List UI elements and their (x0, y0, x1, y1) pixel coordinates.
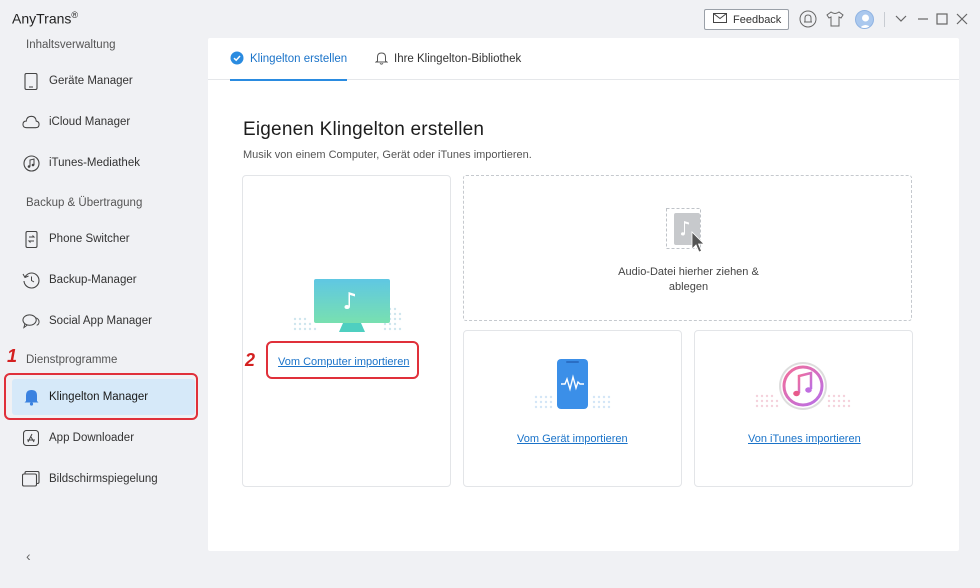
minimize-icon[interactable] (913, 9, 933, 29)
mirror-icon (22, 470, 40, 488)
annotation-step-2: 2 (245, 350, 256, 370)
phone-switch-icon (22, 230, 40, 248)
section-label-content: Inhaltsverwaltung (26, 39, 116, 51)
collapse-sidebar-icon[interactable]: ‹ (26, 548, 31, 564)
sidebar-item-screen-mirroring[interactable]: Bildschirmspiegelung (12, 461, 195, 497)
sidebar-item-itunes-library[interactable]: iTunes-Mediathek (12, 145, 195, 181)
import-from-device-link[interactable]: Vom Gerät importieren (517, 433, 628, 445)
audio-file-drag-icon (666, 208, 712, 257)
chevron-down-icon[interactable] (891, 9, 911, 29)
sidebar-item-label: Social App Manager (49, 315, 152, 327)
clock-restore-icon (22, 271, 40, 289)
sidebar-item-device-manager[interactable]: Geräte Manager (12, 63, 195, 99)
bell-icon[interactable] (798, 9, 818, 29)
sidebar-item-icloud-manager[interactable]: iCloud Manager (12, 104, 195, 140)
tshirt-icon[interactable] (825, 9, 845, 29)
sidebar-item-app-downloader[interactable]: App Downloader (12, 420, 195, 456)
sidebar-item-backup-manager[interactable]: Backup-Manager (12, 262, 195, 298)
sidebar-item-label: App Downloader (49, 432, 135, 444)
section-label-utilities: Dienstprogramme (26, 354, 118, 366)
page-subtitle: Musik von einem Computer, Gerät oder iTu… (243, 149, 532, 161)
tab-label: Klingelton erstellen (250, 53, 348, 65)
sidebar-item-social-app-manager[interactable]: Social App Manager (12, 303, 195, 339)
tab-bar: Klingelton erstellen Ihre Klingelton-Bib… (208, 38, 959, 81)
tab-create-ringtone[interactable]: Klingelton erstellen (230, 38, 348, 81)
chat-icon (22, 312, 40, 330)
sidebar-item-label: iTunes-Mediathek (49, 157, 140, 169)
annotation-step-1: 1 (7, 346, 18, 366)
annotation-highlight-ringtone-manager (4, 373, 198, 420)
import-from-device-card[interactable]: Vom Gerät importieren (463, 330, 682, 487)
tab-ringtone-library[interactable]: Ihre Klingelton-Bibliothek (374, 38, 522, 80)
app-store-icon (22, 429, 40, 447)
music-note-icon (22, 154, 40, 172)
phone-icon (22, 72, 40, 90)
app-name: AnyTrans® (12, 10, 79, 27)
annotation-highlight-computer-link (266, 341, 419, 379)
sidebar: Inhaltsverwaltung Geräte Manager iCloud … (0, 38, 208, 588)
sidebar-item-label: Bildschirmspiegelung (49, 473, 158, 485)
sidebar-item-label: Geräte Manager (49, 75, 133, 87)
main-panel: Klingelton erstellen Ihre Klingelton-Bib… (208, 38, 959, 551)
itunes-icon (753, 361, 853, 416)
bell-outline-icon (374, 51, 389, 68)
sidebar-item-label: iCloud Manager (49, 116, 131, 128)
maximize-icon[interactable] (932, 9, 952, 29)
sidebar-item-label: Phone Switcher (49, 233, 130, 245)
title-bar: AnyTrans® Feedback (0, 0, 980, 38)
drop-zone-text: Audio-Datei hierher ziehen & ablegen (618, 266, 759, 293)
tab-label: Ihre Klingelton-Bibliothek (394, 53, 522, 65)
audio-drop-zone[interactable]: Audio-Datei hierher ziehen & ablegen (463, 175, 912, 321)
device-phone-icon (532, 357, 616, 415)
import-from-itunes-card[interactable]: Von iTunes importieren (694, 330, 913, 487)
page-title: Eigenen Klingelton erstellen (243, 119, 485, 140)
feedback-label: Feedback (733, 13, 782, 26)
check-circle-icon (230, 51, 244, 68)
sidebar-item-phone-switcher[interactable]: Phone Switcher (12, 221, 195, 257)
cloud-icon (22, 113, 40, 131)
separator (884, 12, 885, 27)
section-label-backup: Backup & Übertragung (26, 197, 143, 209)
sidebar-item-label: Backup-Manager (49, 274, 137, 286)
close-icon[interactable] (952, 9, 972, 29)
mail-icon (713, 13, 727, 26)
user-avatar[interactable] (855, 10, 874, 29)
import-from-itunes-link[interactable]: Von iTunes importieren (748, 433, 861, 445)
computer-monitor-icon (291, 279, 405, 338)
feedback-button[interactable]: Feedback (704, 9, 789, 30)
import-from-computer-card[interactable]: Vom Computer importieren (242, 175, 451, 487)
